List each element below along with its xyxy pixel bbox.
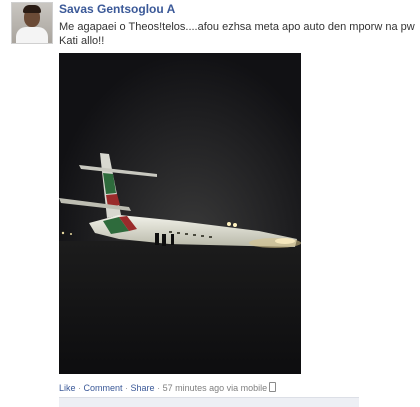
like-link[interactable]: Like	[59, 383, 76, 393]
mobile-phone-icon	[269, 382, 277, 392]
separator: ·	[154, 383, 163, 393]
post-message: Me agapaei o Theos!telos....afou ezhsa m…	[59, 21, 415, 47]
post-timestamp[interactable]: 57 minutes ago via mobile	[163, 383, 268, 393]
avatar[interactable]	[11, 2, 53, 44]
comment-link[interactable]: Comment	[84, 383, 123, 393]
author-name[interactable]: Savas Gentsoglou A	[59, 2, 175, 16]
avatar-hair	[23, 5, 41, 13]
separator: ·	[75, 383, 84, 393]
post-actions: Like · Comment · Share · 57 minutes ago …	[59, 382, 277, 393]
airplane-at-night-image	[59, 53, 301, 374]
separator: ·	[122, 383, 131, 393]
share-link[interactable]: Share	[131, 383, 155, 393]
post-photo[interactable]	[59, 53, 301, 374]
avatar-shirt	[16, 27, 48, 43]
